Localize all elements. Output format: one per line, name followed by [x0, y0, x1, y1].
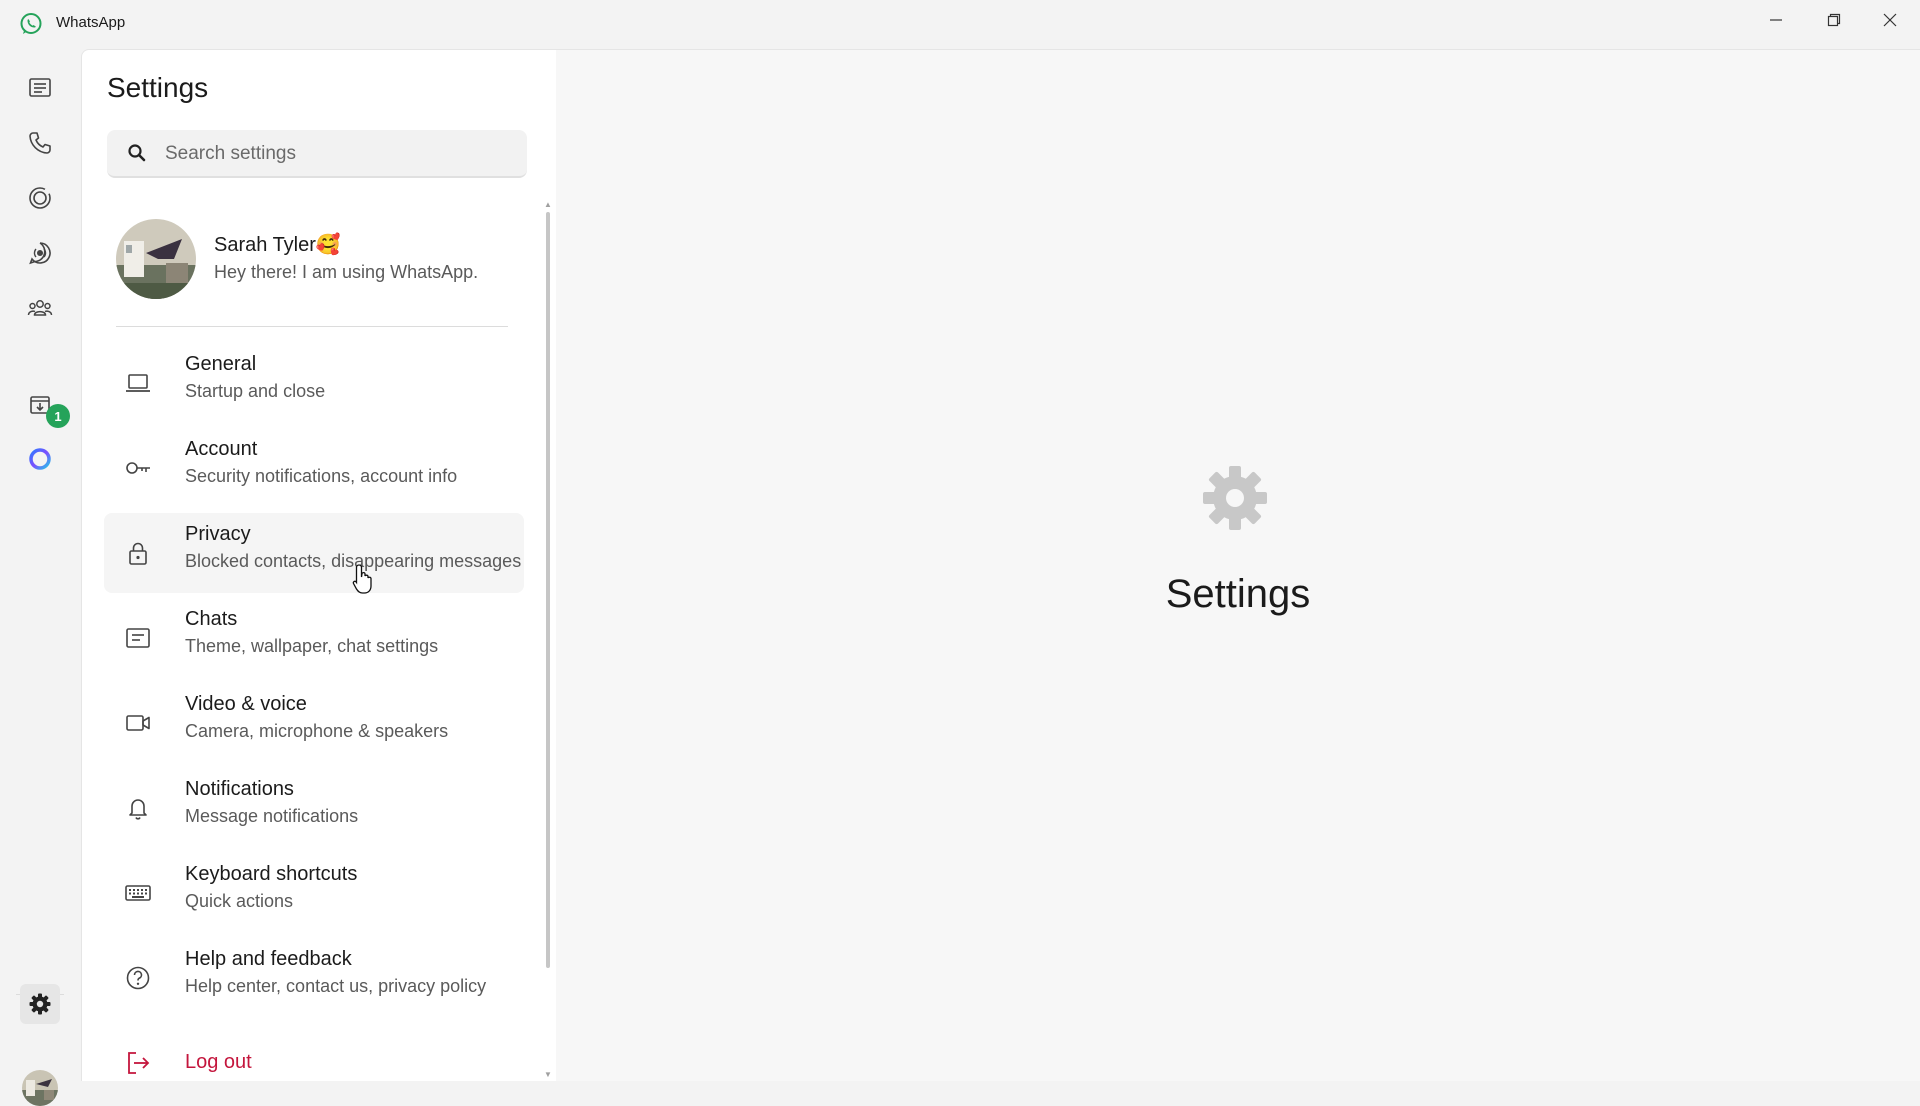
menu-label: Account	[185, 438, 258, 460]
scrollbar[interactable]: ▲ ▼	[544, 200, 552, 1079]
hand-cursor-icon	[352, 564, 372, 594]
profile-divider	[116, 326, 508, 327]
status-icon	[29, 187, 51, 209]
meta-ai-icon	[29, 448, 51, 470]
channels-button[interactable]	[20, 233, 60, 273]
chats-icon	[29, 78, 51, 97]
calls-icon	[29, 132, 51, 154]
profile-card[interactable]: Sarah Tyler🥰 Hey there! I am using Whats…	[107, 210, 527, 310]
restore-icon	[1827, 13, 1841, 27]
menu-description: Camera, microphone & speakers	[185, 721, 449, 741]
menu-description: Startup and close	[185, 381, 326, 401]
main-content: Settings	[556, 49, 1920, 1081]
settings-button[interactable]	[20, 984, 60, 1024]
menu-label: Video & voice	[185, 693, 307, 715]
settings-item-video-voice[interactable]: Video & voice Camera, microphone & speak…	[104, 683, 524, 763]
settings-item-chats[interactable]: Chats Theme, wallpaper, chat settings	[104, 598, 524, 678]
channels-icon	[29, 242, 51, 265]
communities-button[interactable]	[20, 288, 60, 328]
logout-icon	[128, 1052, 150, 1074]
menu-description: Message notifications	[185, 806, 359, 826]
main-title: Settings	[1165, 572, 1311, 616]
menu-label: Notifications	[185, 778, 294, 800]
search-box[interactable]	[107, 130, 527, 178]
menu-description: Quick actions	[185, 891, 294, 911]
minimize-icon	[1770, 19, 1782, 21]
menu-label: Chats	[185, 608, 238, 630]
profile-avatar-button[interactable]	[22, 1070, 58, 1106]
restore-button[interactable]	[1806, 0, 1862, 40]
scroll-thumb[interactable]	[546, 212, 550, 968]
keyboard-icon	[125, 885, 151, 901]
key-icon	[126, 462, 150, 474]
settings-item-account[interactable]: Account Security notifications, account …	[104, 428, 524, 508]
scroll-up-icon[interactable]: ▲	[544, 200, 552, 209]
settings-item-privacy[interactable]: Privacy Blocked contacts, disappearing m…	[104, 513, 524, 593]
menu-description: Theme, wallpaper, chat settings	[185, 636, 439, 656]
calls-button[interactable]	[20, 123, 60, 163]
video-icon	[126, 715, 150, 731]
settings-title: Settings	[107, 72, 209, 103]
close-icon	[1883, 13, 1897, 27]
lock-icon	[129, 542, 147, 565]
meta-ai-button[interactable]	[20, 439, 60, 479]
profile-name: Sarah Tyler🥰	[214, 234, 341, 256]
menu-label: General	[185, 353, 257, 375]
search-input[interactable]	[163, 138, 507, 170]
search-icon	[128, 144, 146, 162]
settings-item-general[interactable]: General Startup and close	[104, 343, 524, 423]
settings-item-notifications[interactable]: Notifications Message notifications	[104, 768, 524, 848]
app-title: WhatsApp	[56, 14, 126, 31]
gear-icon	[1203, 466, 1267, 530]
profile-photo	[116, 219, 196, 299]
scroll-down-icon[interactable]: ▼	[544, 1070, 552, 1079]
settings-panel: Settings Sarah Tyler🥰 Hey there! I am us…	[81, 49, 557, 1081]
whatsapp-logo-icon	[20, 13, 42, 34]
settings-icon	[29, 993, 51, 1015]
navigation-rail: 1	[0, 48, 80, 1106]
communities-icon	[27, 300, 53, 316]
close-button[interactable]	[1862, 0, 1918, 40]
settings-item-help[interactable]: Help and feedback Help center, contact u…	[104, 938, 524, 1018]
help-icon	[126, 966, 150, 990]
chats-button[interactable]	[20, 68, 60, 108]
logout-button[interactable]: Log out	[104, 1023, 524, 1103]
profile-status: Hey there! I am using WhatsApp.	[214, 262, 479, 282]
menu-description: Security notifications, account info	[185, 466, 458, 486]
avatar-image	[22, 1070, 58, 1106]
status-button[interactable]	[20, 178, 60, 218]
settings-item-keyboard-shortcuts[interactable]: Keyboard shortcuts Quick actions	[104, 853, 524, 933]
logout-label: Log out	[185, 1051, 252, 1073]
chat-icon	[126, 628, 150, 648]
bell-icon	[129, 799, 147, 820]
archived-count-badge: 1	[46, 404, 70, 428]
minimize-button[interactable]	[1748, 0, 1804, 40]
title-bar: WhatsApp	[0, 0, 1920, 48]
menu-label: Help and feedback	[185, 948, 352, 970]
menu-label: Privacy	[185, 523, 251, 545]
menu-description: Help center, contact us, privacy policy	[185, 976, 487, 996]
menu-label: Keyboard shortcuts	[185, 863, 358, 885]
laptop-icon	[126, 374, 150, 392]
